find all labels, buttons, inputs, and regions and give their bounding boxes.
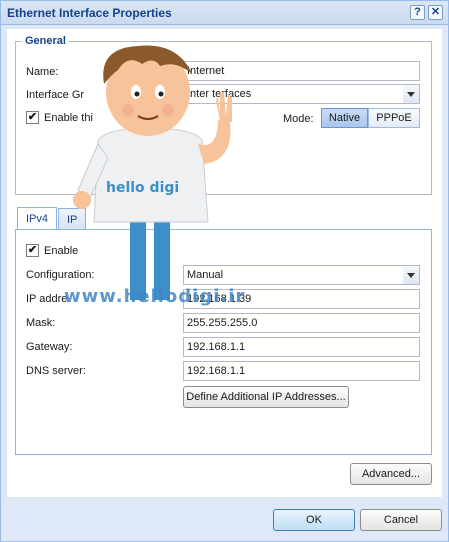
chevron-down-icon[interactable] — [403, 84, 420, 104]
gateway-label: Gateway: — [26, 341, 73, 353]
dns-server-label: DNS server: — [26, 365, 86, 377]
dialog-title: Ethernet Interface Properties — [7, 6, 172, 20]
close-button[interactable]: ✕ — [428, 5, 443, 20]
general-legend: General — [25, 35, 66, 47]
cancel-button[interactable]: Cancel — [360, 509, 442, 531]
mode-native-button[interactable]: Native — [321, 108, 368, 128]
mask-input[interactable]: 255.255.255.0 — [183, 313, 420, 333]
ok-button[interactable]: OK — [273, 509, 355, 531]
mascot-shirt-text: hello digi — [106, 180, 179, 196]
mode-pppoe-button[interactable]: PPPoE — [368, 108, 420, 128]
chevron-down-icon[interactable] — [403, 265, 420, 285]
mask-label: Mask: — [26, 317, 56, 329]
mascot-watermark-image: hello digi — [73, 45, 232, 300]
tab-ipv4[interactable]: IPv4 — [17, 207, 58, 230]
dns-server-input[interactable]: 192.168.1.1 — [183, 361, 420, 381]
ip-address-label: IP addre — [26, 293, 68, 305]
dialog-footer: OK Cancel — [1, 501, 448, 541]
advanced-button[interactable]: Advanced... — [350, 463, 432, 485]
help-button[interactable]: ? — [410, 5, 425, 20]
enable-interface-checkbox[interactable]: ✔ — [26, 111, 39, 124]
ipv4-enable-checkbox[interactable]: ✔ — [26, 244, 39, 257]
name-label: Name: — [26, 66, 59, 78]
mode-label: Mode: — [283, 113, 314, 125]
watermark-text: www.hellodigi.ir — [64, 286, 246, 307]
title-bar[interactable]: Ethernet Interface Properties ? ✕ — [1, 1, 448, 25]
define-additional-ip-button[interactable]: Define Additional IP Addresses... — [183, 386, 349, 408]
gateway-input[interactable]: 192.168.1.1 — [183, 337, 420, 357]
